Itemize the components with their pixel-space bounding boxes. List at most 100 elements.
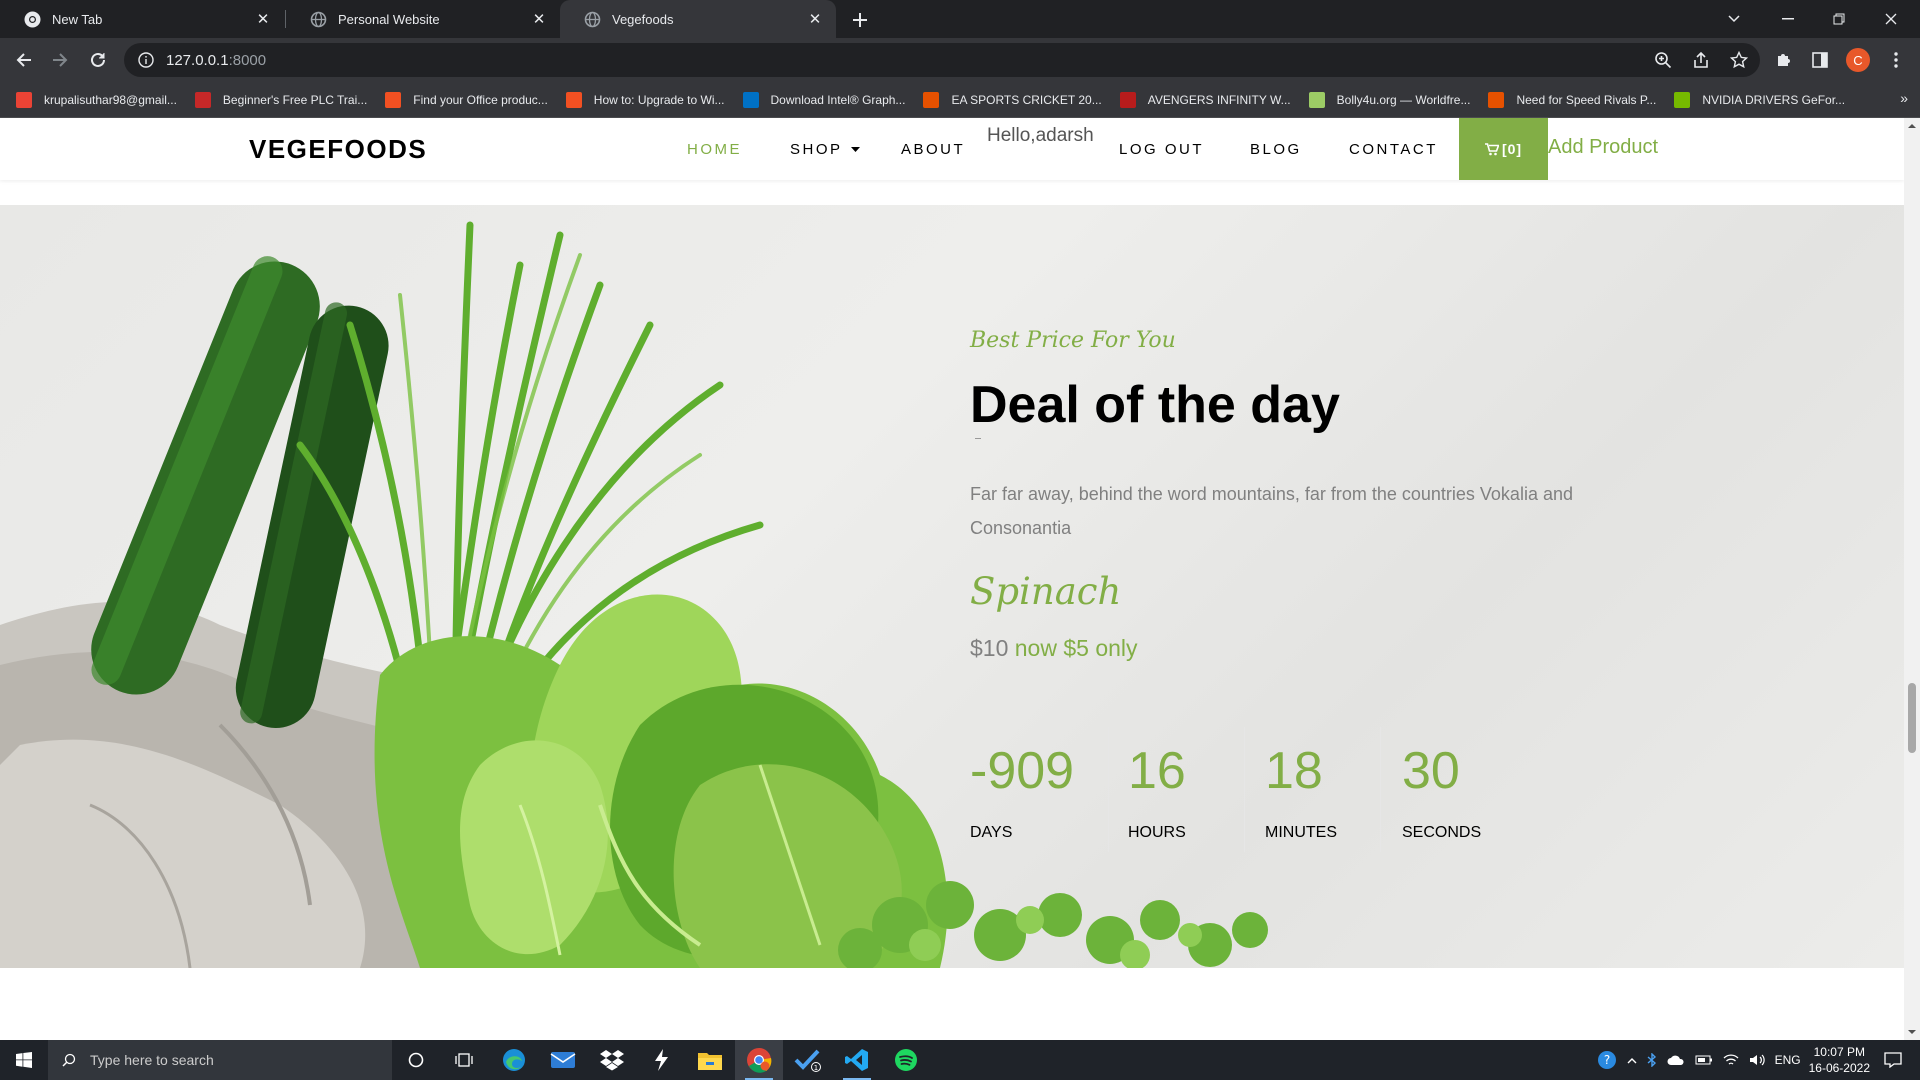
plus-icon: [853, 13, 867, 27]
zoom-icon[interactable]: [1654, 51, 1672, 69]
add-product-link[interactable]: Add Product: [1548, 136, 1658, 159]
intel-icon: [742, 91, 759, 108]
site-logo[interactable]: VEGEFOODS: [249, 134, 427, 165]
minimize-icon: [1782, 18, 1794, 20]
title-divider: [975, 438, 981, 439]
share-icon[interactable]: [1692, 51, 1710, 69]
close-tab-icon[interactable]: ✕: [806, 10, 824, 28]
close-tab-icon[interactable]: ✕: [254, 10, 272, 28]
bookmark-label: Beginner's Free PLC Trai...: [222, 92, 368, 107]
onedrive-icon[interactable]: [1667, 1055, 1685, 1066]
cortana-button[interactable]: [392, 1040, 440, 1080]
nav-shop[interactable]: SHOP: [790, 141, 860, 158]
bookmark-item[interactable]: Bolly4u.org — Worldfre...: [1308, 91, 1471, 108]
tab-new-tab[interactable]: New Tab ✕: [0, 0, 284, 38]
task-view-button[interactable]: [440, 1040, 488, 1080]
taskbar-app-edge[interactable]: [490, 1040, 538, 1080]
scrollbar-thumb[interactable]: [1908, 683, 1916, 753]
close-window-button[interactable]: [1868, 0, 1914, 38]
close-tab-icon[interactable]: ✕: [530, 10, 548, 28]
bookmark-star-icon[interactable]: [1730, 51, 1748, 69]
address-bar[interactable]: 127.0.0.1:8000: [124, 43, 1760, 77]
tab-title: Vegefoods: [612, 11, 674, 27]
minimize-button[interactable]: [1765, 0, 1811, 38]
scroll-up-icon[interactable]: [1904, 118, 1920, 134]
nav-contact[interactable]: CONTACT: [1349, 141, 1438, 158]
notifications-icon[interactable]: [1884, 1052, 1902, 1068]
nav-about[interactable]: ABOUT: [901, 141, 965, 158]
volume-icon[interactable]: [1749, 1053, 1765, 1067]
forward-button[interactable]: [48, 48, 72, 72]
chevron-down-icon: [1728, 15, 1740, 23]
bookmark-item[interactable]: NVIDIA DRIVERS GeFor...: [1674, 91, 1846, 108]
bluetooth-icon[interactable]: [1647, 1053, 1657, 1067]
taskbar-app-file-explorer[interactable]: [686, 1040, 734, 1080]
vegetables-image: [0, 221, 1268, 968]
taskbar-app-dropbox[interactable]: [588, 1040, 636, 1080]
url-text: 127.0.0.1:8000: [166, 52, 266, 69]
taskbar-app-todo[interactable]: 1: [784, 1040, 832, 1080]
tab-title: New Tab: [52, 11, 103, 27]
info-icon[interactable]: [138, 52, 154, 68]
bookmark-item[interactable]: Need for Speed Rivals P...: [1488, 91, 1656, 108]
bookmark-item[interactable]: krupalisuthar98@gmail...: [16, 91, 177, 108]
battery-icon[interactable]: [1695, 1054, 1713, 1066]
bookmark-item[interactable]: Find your Office produc...: [385, 91, 548, 108]
profile-avatar[interactable]: C: [1846, 48, 1870, 72]
url-host: 127.0.0.1: [166, 51, 229, 69]
browser-toolbar: 127.0.0.1:8000 C: [0, 38, 1920, 82]
bookmark-item[interactable]: Download Intel® Graph...: [742, 91, 905, 108]
tab-search-button[interactable]: [1711, 0, 1757, 38]
new-tab-button[interactable]: [848, 8, 872, 32]
cart-button[interactable]: [0]: [1459, 118, 1548, 180]
plc-icon: [194, 91, 211, 108]
taskbar-search[interactable]: Type here to search: [48, 1040, 392, 1080]
dropbox-icon: [600, 1050, 624, 1071]
greeting-text: Hello,adarsh: [987, 125, 1094, 146]
tab-vegefoods[interactable]: Vegefoods ✕: [560, 0, 836, 38]
nav-home[interactable]: HOME: [687, 141, 742, 158]
todo-icon: 1: [794, 1049, 821, 1072]
taskbar-app-chrome[interactable]: [735, 1040, 783, 1080]
page-scrollbar[interactable]: [1904, 118, 1920, 1040]
back-button[interactable]: [12, 48, 36, 72]
scroll-down-icon[interactable]: [1904, 1024, 1920, 1040]
bookmark-item[interactable]: How to: Upgrade to Wi...: [565, 91, 725, 108]
taskbar-app-vscode[interactable]: [833, 1040, 881, 1080]
taskbar-app-winamp[interactable]: [637, 1040, 685, 1080]
taskbar-app-spotify[interactable]: [882, 1040, 930, 1080]
arrow-right-icon: [53, 53, 68, 67]
nav-blog[interactable]: BLOG: [1250, 141, 1302, 158]
side-panel-button[interactable]: [1808, 48, 1832, 72]
bookmark-label: NVIDIA DRIVERS GeFor...: [1702, 92, 1846, 107]
extensions-button[interactable]: [1772, 48, 1796, 72]
countdown-label: HOURS: [1128, 824, 1186, 841]
nav-logout[interactable]: LOG OUT: [1119, 141, 1204, 158]
countdown-label: SECONDS: [1402, 824, 1482, 841]
windows-taskbar: Type here to search 1 ? ENG 10:07 PM 16-…: [0, 1040, 1920, 1080]
language-indicator[interactable]: ENG: [1775, 1053, 1801, 1067]
wifi-icon[interactable]: [1723, 1053, 1739, 1067]
chrome-icon: [24, 11, 41, 28]
puzzle-icon: [1778, 54, 1790, 66]
nav-shop-label: SHOP: [790, 141, 843, 158]
bookmark-item[interactable]: Beginner's Free PLC Trai...: [194, 91, 368, 108]
clock[interactable]: 10:07 PM 16-06-2022: [1809, 1044, 1870, 1076]
bookmark-item[interactable]: AVENGERS INFINITY W...: [1119, 91, 1291, 108]
restore-button[interactable]: [1816, 0, 1862, 38]
taskbar-app-mail[interactable]: [539, 1040, 587, 1080]
svg-text:?: ?: [1603, 1053, 1609, 1067]
reload-button[interactable]: [86, 48, 110, 72]
deal-product-name[interactable]: Spinach: [970, 570, 1121, 613]
bookmark-label: Bolly4u.org — Worldfre...: [1336, 92, 1471, 107]
bookmarks-overflow-button[interactable]: »: [1900, 90, 1908, 106]
bookmark-item[interactable]: EA SPORTS CRICKET 20...: [923, 91, 1102, 108]
start-button[interactable]: [0, 1040, 48, 1080]
chevron-up-icon[interactable]: [1627, 1057, 1637, 1064]
countdown-value: -909: [970, 742, 1075, 800]
help-icon[interactable]: ?: [1597, 1050, 1617, 1070]
tab-personal-website[interactable]: Personal Website ✕: [286, 0, 560, 38]
bookmark-label: Find your Office produc...: [413, 92, 548, 107]
menu-button[interactable]: [1884, 48, 1908, 72]
deal-of-the-day-section: Best Price For You Deal of the day Far f…: [0, 205, 1904, 968]
